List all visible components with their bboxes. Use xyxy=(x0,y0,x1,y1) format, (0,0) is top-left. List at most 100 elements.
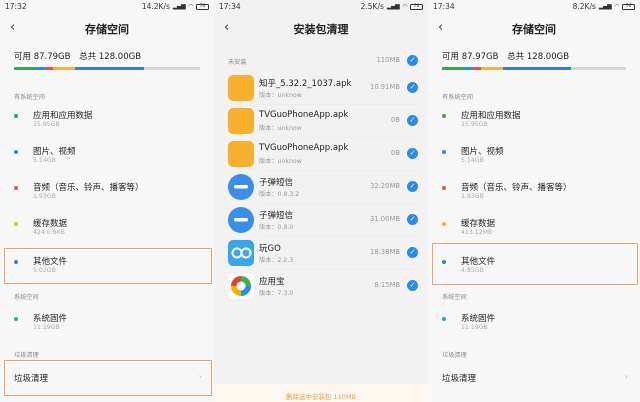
storage-item-apps[interactable]: 应用和应用数据 15.95GB xyxy=(0,103,214,135)
item-name: 应用和应用数据 xyxy=(461,111,521,121)
storage-screen-1: 17:32 14.2K/s ▂▄▆ ◠ 76 ‹ 存储空间 可用 87.79GB… xyxy=(0,0,214,402)
storage-bar-segment xyxy=(144,67,200,70)
item-name: 缓存数据 xyxy=(33,219,68,229)
category-dot xyxy=(442,150,446,154)
page-title: 存储空间 xyxy=(85,23,129,36)
storage-item-cache[interactable]: 缓存数据 424.0.6KB xyxy=(0,211,214,243)
available-storage: 可用 87.79GB xyxy=(14,52,71,62)
package-version: 版本：7.3.0 xyxy=(259,290,294,297)
title-bar: ‹ 安装包清理 xyxy=(214,13,428,45)
storage-item-audio[interactable]: 音频（音乐、铃声、播客等） 1.93GB xyxy=(0,175,214,207)
uninstalled-size: 110MB xyxy=(376,56,400,64)
storage-bar-segment xyxy=(36,67,46,70)
storage-item-other-files[interactable]: 其他文件 4.85GB xyxy=(428,249,640,281)
status-bar: 17:34 8.2K/s ▂▄▆ ◠ 76 xyxy=(428,0,640,13)
network-speed: 14.2K/s xyxy=(141,2,170,11)
uninstalled-label: 未安装 xyxy=(228,59,247,66)
chevron-right-icon: › xyxy=(198,372,202,381)
section-header-clean: 垃圾清理 xyxy=(14,352,39,359)
item-size: 413.12MB xyxy=(461,229,493,236)
package-item[interactable]: 子弹短信 版本：0.8.0 31.00MB ✓ xyxy=(214,204,428,236)
battery-icon: 76 xyxy=(410,3,423,10)
section-header-system: 系统空间 xyxy=(442,294,467,301)
item-size: 15.95GB xyxy=(33,121,60,128)
item-name: 垃圾清理 xyxy=(14,374,49,384)
item-name: 音频（音乐、铃声、播客等） xyxy=(33,183,144,193)
storage-item-audio[interactable]: 音频（音乐、铃声、播客等） 1.93GB xyxy=(428,175,640,207)
storage-item-other-files[interactable]: 其他文件 5.02GB xyxy=(0,249,214,281)
package-item[interactable]: 知乎_5.32.2_1037.apk 版本：unknow 10.91MB ✓ xyxy=(214,72,428,104)
package-size: 0B xyxy=(391,116,400,124)
signal-icon: ▂▄▆ xyxy=(386,3,400,10)
selected-check-icon[interactable]: ✓ xyxy=(407,82,418,93)
back-arrow-icon[interactable]: ‹ xyxy=(224,20,229,35)
back-arrow-icon[interactable]: ‹ xyxy=(10,20,15,35)
package-version: 版本：2.2.3 xyxy=(259,257,294,264)
package-version: 版本：unknow xyxy=(259,92,302,99)
package-version: 版本：unknow xyxy=(259,158,302,165)
item-size: 4.85GB xyxy=(461,267,484,274)
package-name: TVGuoPhoneApp.apk xyxy=(259,110,349,120)
wifi-icon: ◠ xyxy=(614,3,619,10)
selected-check-icon[interactable]: ✓ xyxy=(407,280,418,291)
back-arrow-icon[interactable]: ‹ xyxy=(438,20,443,35)
item-size: 5.02GB xyxy=(33,267,56,274)
category-dot xyxy=(14,186,18,190)
selected-check-icon[interactable]: ✓ xyxy=(407,148,418,159)
package-size: 0B xyxy=(391,149,400,157)
section-header-clean: 垃圾清理 xyxy=(442,352,467,359)
go-app-icon xyxy=(228,240,254,266)
available-storage: 可用 87.97GB xyxy=(442,52,499,62)
storage-bar-segment xyxy=(53,67,76,70)
selected-check-icon[interactable]: ✓ xyxy=(407,214,418,225)
section-header-system-apps: 有系统空间 xyxy=(14,94,45,101)
storage-bar-segment xyxy=(14,67,37,70)
junk-clean-row[interactable]: 垃圾清理 › xyxy=(428,366,640,390)
battery-icon: 76 xyxy=(622,3,635,10)
storage-item-photos[interactable]: 图片、视频 5.14GB xyxy=(0,139,214,171)
storage-item-cache[interactable]: 缓存数据 413.12MB xyxy=(428,211,640,243)
package-size: 8.15MB xyxy=(374,281,400,289)
category-dot xyxy=(14,222,18,226)
storage-item-apps[interactable]: 应用和应用数据 15.95GB xyxy=(428,103,640,135)
package-item[interactable]: 玩GO 版本：2.2.3 18.38MB ✓ xyxy=(214,237,428,269)
total-storage: 总共 128.00GB xyxy=(507,52,570,62)
section-header-system-apps: 有系统空间 xyxy=(442,94,473,101)
package-name: 玩GO xyxy=(259,244,281,254)
storage-item-firmware[interactable]: 系统固件 11.19GB xyxy=(428,306,640,338)
status-bar: 17:34 2.5K/s ▂▄▆ ◠ 76 xyxy=(214,0,428,13)
package-item[interactable]: TVGuoPhoneApp.apk 版本：unknow 0B ✓ xyxy=(214,105,428,137)
storage-usage-bar xyxy=(14,67,200,70)
storage-bar-segment xyxy=(480,67,503,70)
storage-bar-segment xyxy=(442,67,465,70)
storage-bar-segment xyxy=(464,67,474,70)
package-item[interactable]: TVGuoPhoneApp.apk 版本：unknow 0B ✓ xyxy=(214,138,428,170)
selected-check-icon[interactable]: ✓ xyxy=(407,181,418,192)
storage-bar-segment xyxy=(45,67,54,70)
package-item[interactable]: 应用宝 版本：7.3.0 8.15MB ✓ xyxy=(214,270,428,302)
category-dot xyxy=(14,260,18,264)
selected-check-icon[interactable]: ✓ xyxy=(407,115,418,126)
item-size: 5.14GB xyxy=(461,157,484,164)
package-item[interactable]: 子弹短信 版本：0.8.3.2 32.20MB ✓ xyxy=(214,171,428,203)
delete-selected-button[interactable]: 删除选中安装包 110MB xyxy=(214,384,428,402)
category-dot xyxy=(442,114,446,118)
item-name: 缓存数据 xyxy=(461,219,496,229)
package-size: 18.38MB xyxy=(370,248,400,256)
category-dot xyxy=(14,114,18,118)
storage-screen-2: 17:34 8.2K/s ▂▄▆ ◠ 76 ‹ 存储空间 可用 87.97GB … xyxy=(428,0,640,402)
category-dot xyxy=(442,186,446,190)
chat-app-icon xyxy=(228,174,254,200)
storage-item-photos[interactable]: 图片、视频 5.14GB xyxy=(428,139,640,171)
item-name: 图片、视频 xyxy=(33,147,76,157)
folder-icon xyxy=(228,141,254,167)
selected-check-icon[interactable]: ✓ xyxy=(407,247,418,258)
package-size: 31.00MB xyxy=(370,215,400,223)
select-all-check-icon[interactable]: ✓ xyxy=(407,55,418,66)
folder-icon xyxy=(228,108,254,134)
junk-clean-row[interactable]: 垃圾清理 › xyxy=(0,366,214,390)
package-clean-screen: 17:34 2.5K/s ▂▄▆ ◠ 76 ‹ 安装包清理 未安装 110MB … xyxy=(214,0,428,402)
storage-item-firmware[interactable]: 系统固件 11.19GB xyxy=(0,306,214,338)
wifi-icon: ◠ xyxy=(188,3,193,10)
item-size: 11.19GB xyxy=(461,324,488,331)
